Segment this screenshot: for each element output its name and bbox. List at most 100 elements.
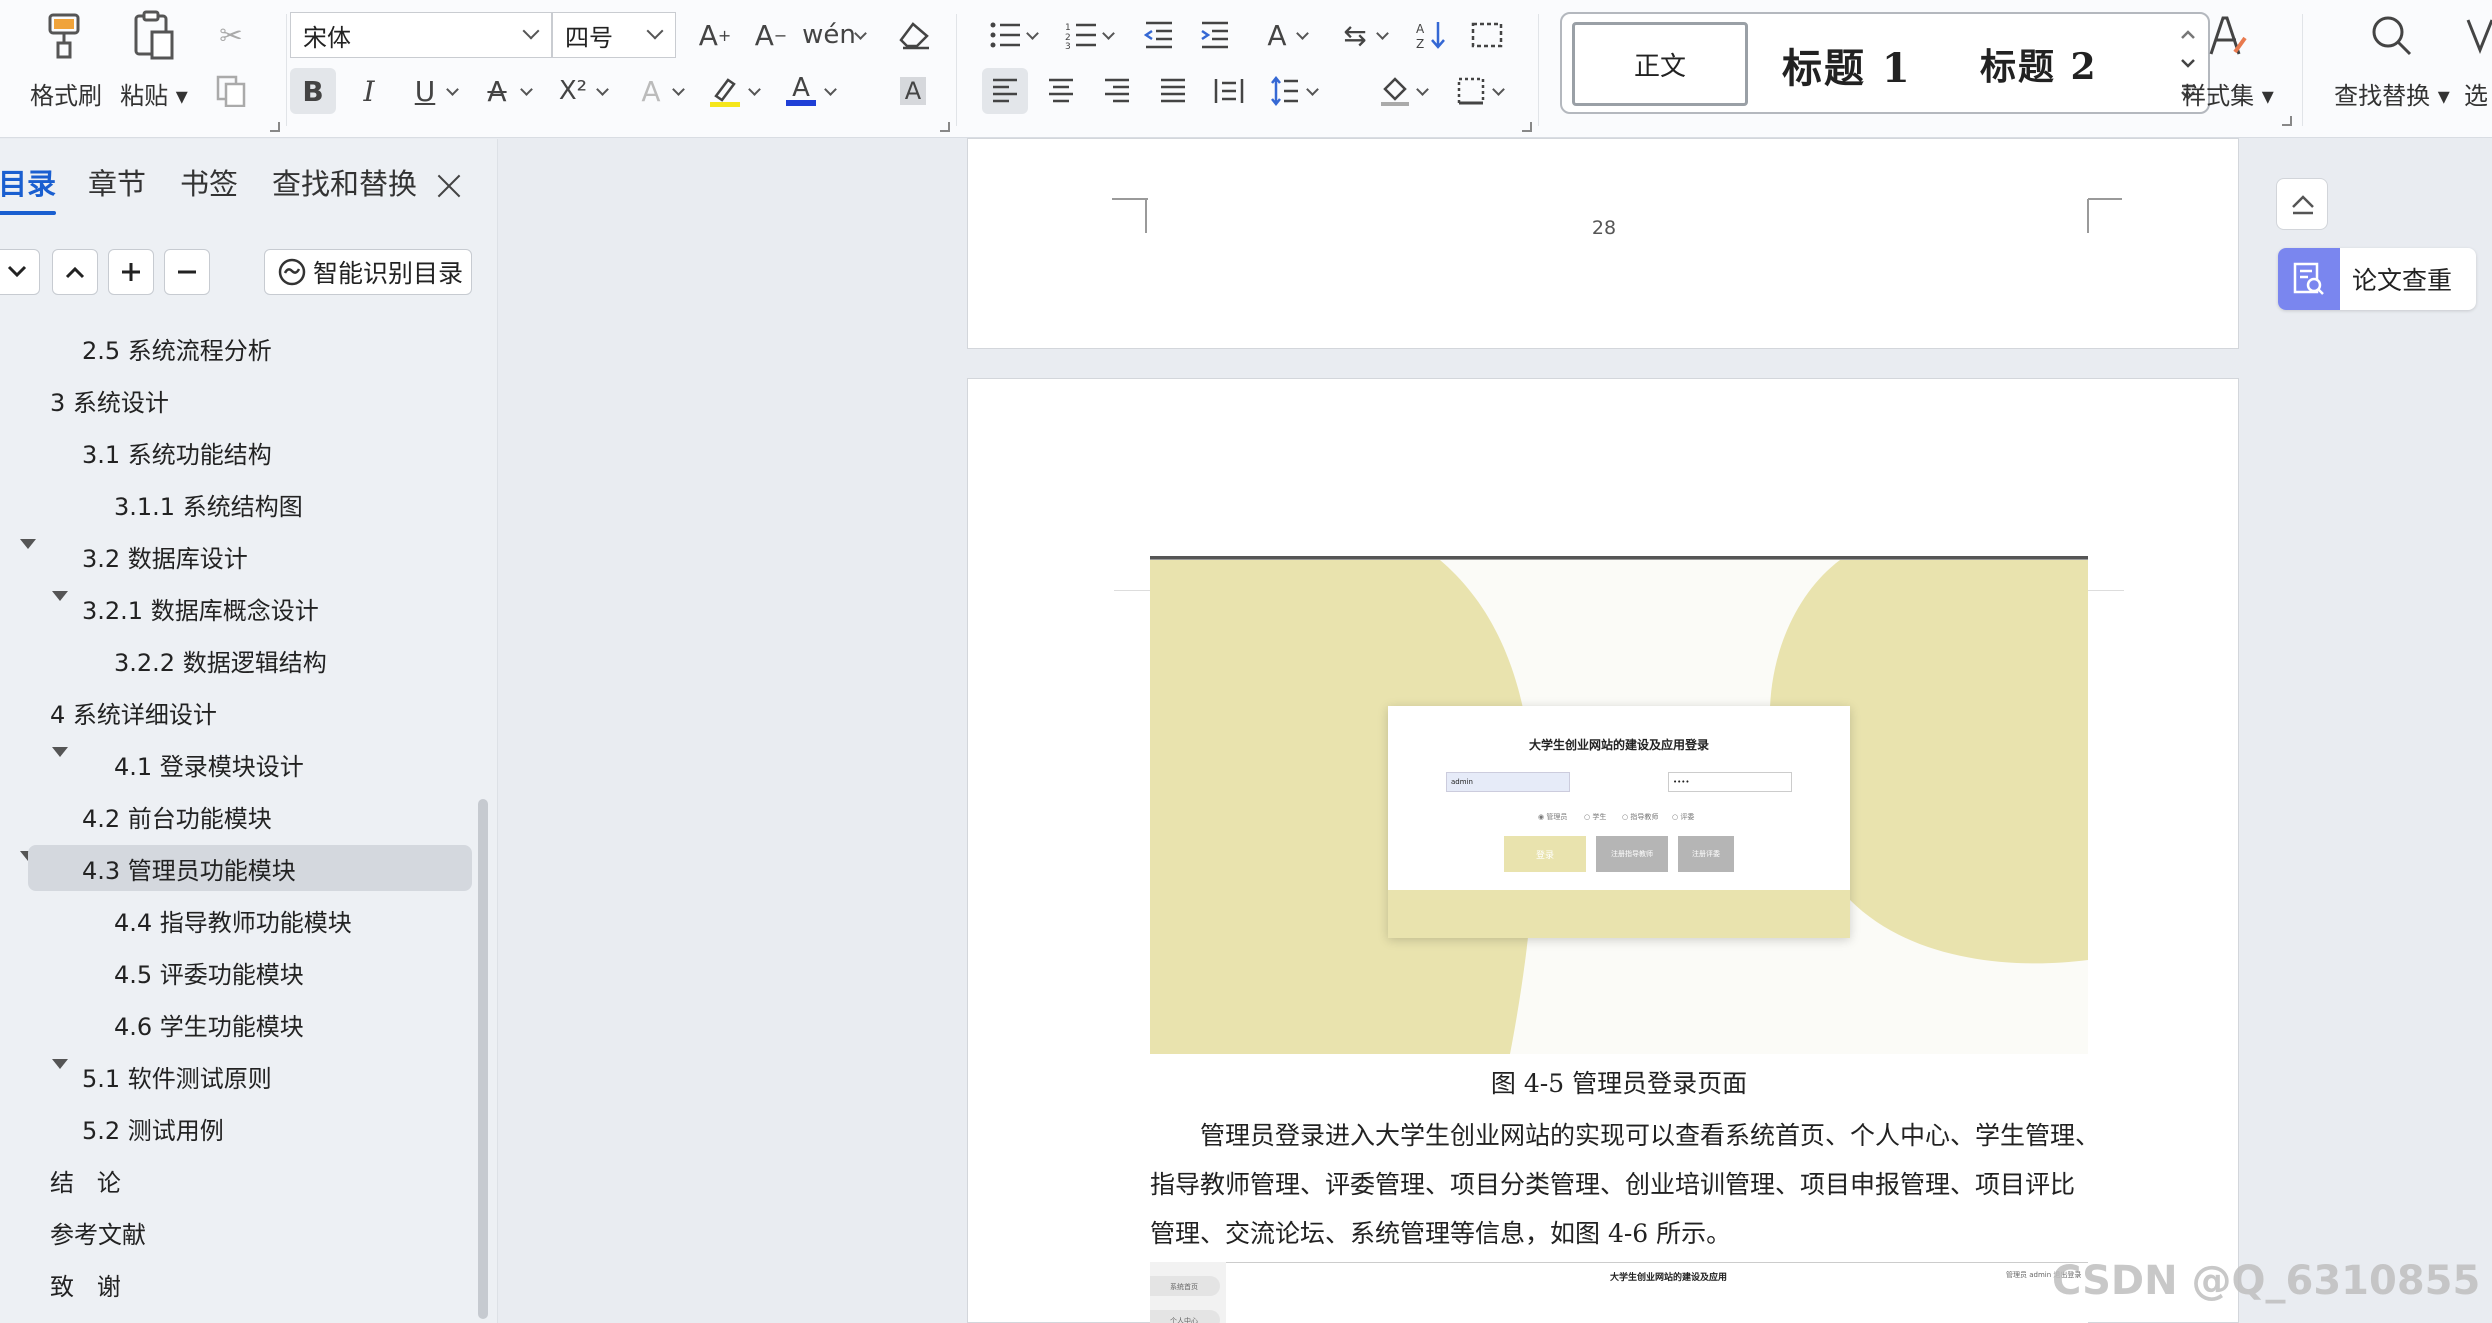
clear-format-icon[interactable] xyxy=(892,12,938,58)
expand-triangle-icon[interactable] xyxy=(52,591,68,601)
username-field[interactable]: admin xyxy=(1446,772,1570,792)
copy-icon[interactable] xyxy=(208,68,254,114)
chevron-down-icon[interactable] xyxy=(520,84,534,98)
grow-font-icon[interactable]: A + xyxy=(692,12,738,58)
toc-item[interactable]: 3.1 系统功能结构 xyxy=(82,429,272,475)
toc-item-selected[interactable]: 4.3 管理员功能模块 xyxy=(28,845,472,891)
chevron-down-icon[interactable] xyxy=(672,84,686,98)
expand-triangle-icon[interactable] xyxy=(52,1059,68,1069)
char-shading-icon[interactable]: A xyxy=(890,68,936,114)
shading-icon[interactable] xyxy=(1372,68,1418,114)
tab-toc[interactable]: 目录 xyxy=(0,161,57,215)
style-heading-2[interactable]: 标题 2 xyxy=(1980,38,2098,90)
password-field[interactable]: •••• xyxy=(1668,772,1792,792)
chevron-down-icon[interactable] xyxy=(1026,28,1040,42)
chevron-down-icon[interactable] xyxy=(1306,84,1320,98)
toc-item[interactable]: 5.2 测试用例 xyxy=(82,1105,224,1151)
register-judge-button[interactable]: 注册评委 xyxy=(1678,836,1734,872)
font-size-select[interactable]: 四号 xyxy=(552,12,676,58)
toc-item[interactable]: 3.2 数据库设计 xyxy=(82,533,248,579)
toc-item[interactable]: 2.5 系统流程分析 xyxy=(82,325,272,371)
paragraph-launcher-icon[interactable] xyxy=(1522,122,1532,132)
font-name-select[interactable]: 宋体 xyxy=(290,12,552,58)
role-radio[interactable]: ◉ 管理员 xyxy=(1538,812,1567,822)
chevron-down-icon[interactable] xyxy=(446,84,460,98)
italic-button[interactable]: I xyxy=(346,68,392,114)
styles-launcher-icon[interactable] xyxy=(2282,116,2292,126)
show-marks-icon[interactable] xyxy=(1464,12,1510,58)
shrink-font-icon[interactable]: A − xyxy=(748,12,794,58)
format-painter-button[interactable]: 格式刷 xyxy=(24,8,108,126)
toc-item[interactable]: 5.1 软件测试原则 xyxy=(82,1053,272,1099)
remove-heading-button[interactable] xyxy=(164,249,210,295)
align-right-icon[interactable] xyxy=(1094,68,1140,114)
chevron-down-icon[interactable] xyxy=(1296,28,1310,42)
collapse-down-button[interactable] xyxy=(0,249,40,295)
style-normal[interactable]: 正文 xyxy=(1572,22,1748,106)
register-teacher-button[interactable]: 注册指导教师 xyxy=(1596,836,1668,872)
close-icon[interactable] xyxy=(436,173,462,199)
chevron-down-icon[interactable] xyxy=(824,84,838,98)
cut-icon[interactable]: ✂ xyxy=(208,12,254,58)
strikethrough-icon[interactable]: A xyxy=(474,68,520,114)
toc-item[interactable]: 3.1.1 系统结构图 xyxy=(114,481,303,527)
select-button[interactable]: 选 xyxy=(2464,8,2492,126)
login-button[interactable]: 登录 xyxy=(1504,836,1586,872)
line-spacing-icon[interactable] xyxy=(1262,68,1308,114)
paper-check-button[interactable]: 论文查重 xyxy=(2278,248,2476,310)
align-left-icon[interactable] xyxy=(982,68,1028,114)
chevron-down-icon[interactable] xyxy=(748,84,762,98)
expand-triangle-icon[interactable] xyxy=(52,747,68,757)
toc-item[interactable]: 3.2.1 数据库概念设计 xyxy=(82,585,319,631)
find-replace-button[interactable]: 查找替换 ▾ xyxy=(2320,8,2464,126)
move-up-button[interactable] xyxy=(52,249,98,295)
clipboard-launcher-icon[interactable] xyxy=(270,122,280,132)
sort-icon[interactable]: AZ xyxy=(1408,12,1454,58)
chevron-down-icon[interactable] xyxy=(1416,84,1430,98)
role-radio[interactable]: ○ 学生 xyxy=(1584,812,1606,822)
toc-item[interactable]: 参考文献 xyxy=(50,1209,146,1255)
tab-chapters[interactable]: 章节 xyxy=(88,161,146,203)
toc-item[interactable]: 4.6 学生功能模块 xyxy=(114,1001,304,1047)
toc-item[interactable]: 4.5 评委功能模块 xyxy=(114,949,304,995)
align-center-icon[interactable] xyxy=(1038,68,1084,114)
text-direction-icon[interactable]: A xyxy=(1254,12,1300,58)
role-radio[interactable]: ○ 指导教师 xyxy=(1622,812,1658,822)
numbered-list-icon[interactable]: 123 xyxy=(1058,12,1104,58)
highlight-icon[interactable] xyxy=(702,68,748,114)
justify-icon[interactable] xyxy=(1150,68,1196,114)
font-color-icon[interactable]: A xyxy=(778,68,824,114)
toc-item[interactable]: 4.4 指导教师功能模块 xyxy=(114,897,352,943)
chevron-down-icon[interactable] xyxy=(1102,28,1116,42)
toc-item[interactable]: 3.2.2 数据逻辑结构 xyxy=(114,637,327,683)
smart-toc-button[interactable]: 智能识别目录 xyxy=(264,249,472,295)
bullet-list-icon[interactable] xyxy=(982,12,1028,58)
decrease-indent-icon[interactable] xyxy=(1136,12,1182,58)
toc-item[interactable]: 4.1 登录模块设计 xyxy=(114,741,304,787)
toc-item[interactable]: 结 论 xyxy=(50,1157,121,1203)
chevron-down-icon[interactable] xyxy=(596,84,610,98)
bold-button[interactable]: B xyxy=(290,68,336,114)
increase-indent-icon[interactable] xyxy=(1192,12,1238,58)
chevron-down-icon[interactable] xyxy=(1376,28,1390,42)
tab-find-replace[interactable]: 查找和替换 xyxy=(272,161,417,203)
font-launcher-icon[interactable] xyxy=(940,122,950,132)
chevron-down-icon[interactable] xyxy=(854,28,868,42)
superscript-button[interactable]: X² xyxy=(550,68,596,114)
bidi-icon[interactable]: ⇆ xyxy=(1332,12,1378,58)
tab-bookmarks[interactable]: 书签 xyxy=(180,161,238,203)
borders-icon[interactable] xyxy=(1448,68,1494,114)
underline-button[interactable]: U xyxy=(402,68,448,114)
style-heading-1[interactable]: 标题 1 xyxy=(1782,36,1912,94)
paste-button[interactable]: 粘贴 ▾ xyxy=(112,8,196,126)
toc-item[interactable]: 致 谢 xyxy=(50,1261,121,1307)
toc-item[interactable]: 4.2 前台功能模块 xyxy=(82,793,272,839)
add-heading-button[interactable] xyxy=(108,249,154,295)
text-effects-icon[interactable]: A xyxy=(628,68,674,114)
chevron-down-icon[interactable] xyxy=(1492,84,1506,98)
toc-item[interactable]: 4 系统详细设计 xyxy=(50,689,217,735)
nav-scrollbar[interactable] xyxy=(478,799,488,1319)
style-set-button[interactable]: 样式集 ▾ xyxy=(2178,8,2278,126)
phonetic-guide-icon[interactable]: wén xyxy=(802,12,856,58)
expand-triangle-icon[interactable] xyxy=(20,539,36,549)
